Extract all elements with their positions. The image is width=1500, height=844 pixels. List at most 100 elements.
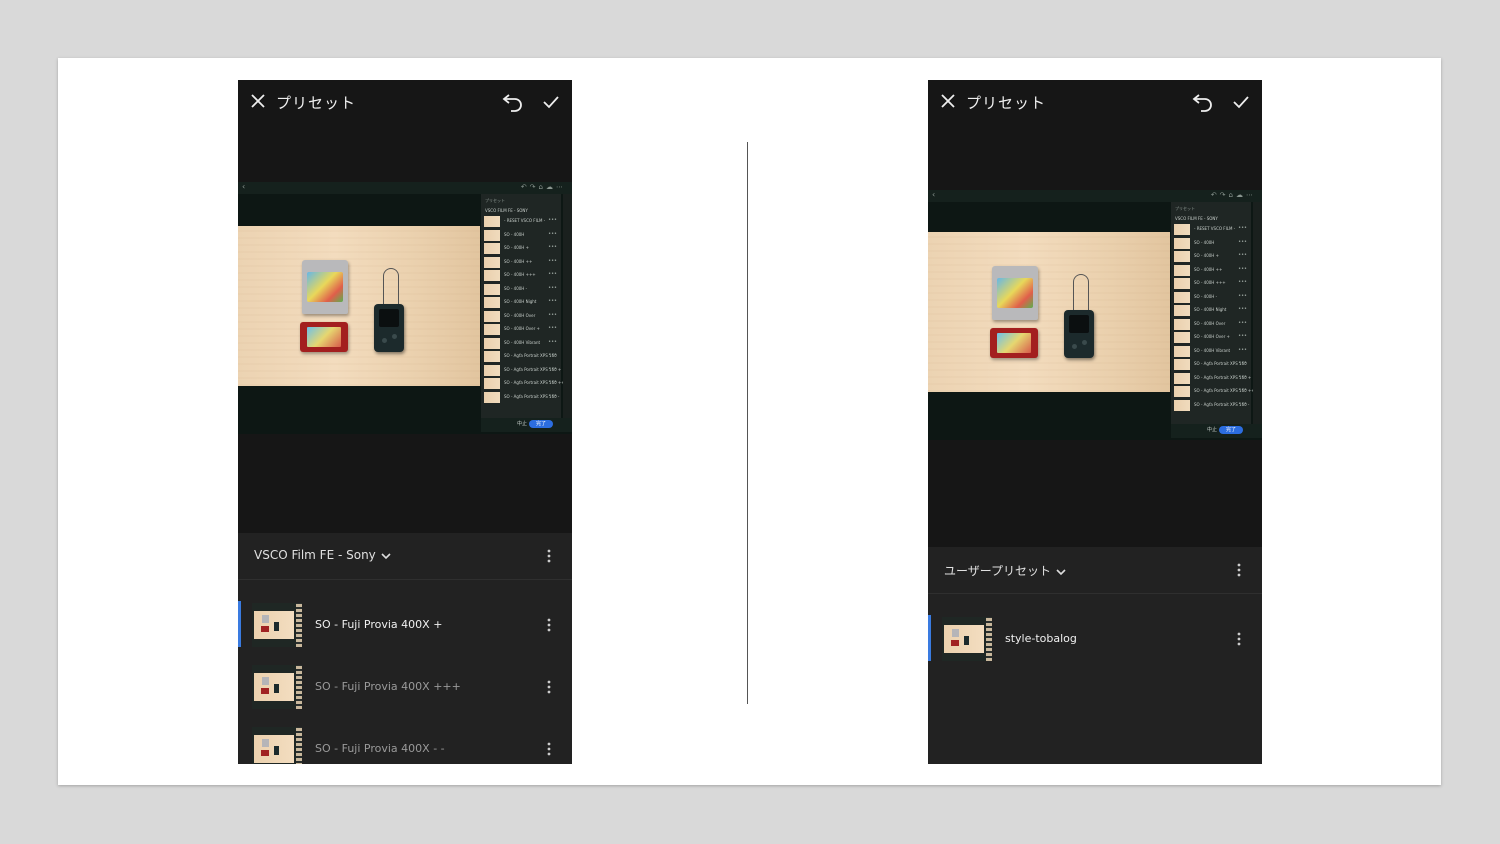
preset-item[interactable]: SO - Fuji Provia 400X + [238,599,572,655]
thumbnail-cartridge [261,688,269,694]
embedded-group-name: VSCO FILM FE - SONY [485,208,528,213]
preset-group-selector[interactable]: VSCO Film FE - Sony [238,533,572,580]
embedded-preset-row: SO - Agfa Portrait XPS 160 - ••• [1171,399,1251,413]
preset-item[interactable]: SO - Fuji Provia 400X +++ [238,661,572,717]
embedded-kebab-icon: ••• [1238,279,1247,285]
device-strap [1073,274,1089,313]
embedded-thumbnail [1174,264,1190,276]
embedded-row-label: SO - 400H + [504,245,529,250]
embedded-preset-row: SO - Agfa Portrait XPS 160 ++ ••• [1171,385,1255,399]
embedded-preset-row: SO - 400H ••• [481,229,561,243]
embedded-done-button: 完了 [1219,426,1243,434]
embedded-thumbnail [1174,251,1190,262]
embedded-preset-panel: プリセット VSCO FILM FE - SONY - RESET VSCO F… [481,194,565,418]
thumbnail-cartridge [261,626,269,632]
embedded-thumbnail [1174,237,1190,249]
red-cartridge [300,322,348,352]
preset-label: SO - Fuji Provia 400X + [315,618,443,631]
embedded-done-button: 完了 [529,420,553,428]
close-icon[interactable] [249,92,267,110]
top-bar: プリセット [238,80,572,124]
thumbnail-cartridge [951,640,959,646]
embedded-kebab-icon: ••• [1238,387,1247,393]
embedded-thumbnail [484,324,500,335]
embedded-side-rail [563,194,572,418]
embedded-preset-row: SO - Agfa Portrait XPS 160 - ••• [481,391,561,405]
kebab-icon[interactable] [1237,563,1241,577]
kebab-icon[interactable] [547,742,551,756]
embedded-row-label: SO - 400H Over + [504,326,540,331]
embedded-kebab-icon: ••• [548,392,557,399]
photo-preview [238,226,480,386]
kebab-icon[interactable] [1237,632,1241,646]
page-title: プリセット [276,94,357,112]
embedded-footer: 中止 完了 [481,418,572,432]
preset-thumbnail [252,665,302,709]
close-icon[interactable] [939,92,957,110]
preset-label: SO - Fuji Provia 400X +++ [315,680,461,693]
embedded-row-label: SO - 400H Vibrant [1194,347,1231,353]
embedded-preset-row: SO - 400H Vibrant ••• [481,337,561,351]
embedded-preset-list: - RESET VSCO FILM - ••• SO - 400H ••• SO - 4… [1171,223,1255,413]
embedded-preset-row: SO - 400H - ••• [481,283,561,297]
preset-panel: VSCO Film FE - Sony SO - Fuji Provia 400… [238,533,572,764]
preset-thumbnail [252,603,302,647]
thumbnail-photo [254,735,294,763]
slide: プリセット ‹ ↶↷⌂☁⋯ プリセット VSCO FILM FE - SONY … [58,58,1441,785]
embedded-thumbnail [1174,278,1190,289]
embedded-thumbnail [1174,305,1190,316]
toolbar-icons: ↶↷⌂☁⋯ [1210,191,1256,199]
thumbnail-strip [986,617,992,661]
embedded-preset-row: SO - 400H + ••• [481,242,561,256]
embedded-preset-panel: プリセット VSCO FILM FE - SONY - RESET VSCO F… [1171,202,1255,424]
embedded-row-label: SO - 400H Night [1194,307,1227,312]
embedded-thumbnail [1174,372,1190,384]
embedded-kebab-icon: ••• [1238,346,1247,353]
embedded-preset-row: SO - 400H +++ ••• [481,269,561,283]
wood-grain [928,232,1170,392]
back-icon: ‹ [242,182,246,191]
embedded-thumbnail [1174,332,1190,343]
cartridge-label [997,333,1031,353]
preset-item[interactable]: SO - Fuji Provia 400X - - [238,723,572,764]
embedded-thumbnail [1174,359,1190,370]
kebab-icon[interactable] [547,549,551,563]
embedded-cancel: 中止 [517,421,528,427]
preset-group-selector[interactable]: ユーザープリセット [928,547,1262,594]
embedded-thumbnail [1174,399,1190,411]
check-icon[interactable] [1232,93,1250,111]
embedded-thumbnail [484,283,500,295]
thumbnail-cartridge [262,615,269,623]
device-strap [383,268,399,307]
embedded-kebab-icon: ••• [1238,400,1247,407]
kebab-icon[interactable] [547,618,551,632]
embedded-group-name: VSCO FILM FE - SONY [1175,216,1218,221]
preset-group-name[interactable]: VSCO Film FE - Sony [254,548,391,562]
embedded-kebab-icon: ••• [548,338,557,345]
embedded-kebab-icon: ••• [1238,373,1247,380]
embedded-kebab-icon: ••• [548,271,557,277]
preset-group-name[interactable]: ユーザープリセット [944,562,1066,579]
thumbnail-strip [296,665,302,709]
kebab-icon[interactable] [547,680,551,694]
check-icon[interactable] [542,93,560,111]
preset-item[interactable]: style-tobalog [928,613,1262,669]
game-cartridge [992,266,1038,320]
embedded-kebab-icon: ••• [1238,306,1247,312]
undo-icon[interactable] [502,92,524,112]
embedded-row-label: SO - 400H - [504,285,528,291]
thumbnail-device [274,684,279,693]
phone-screen-right: プリセット ‹ ↶↷⌂☁⋯ プリセット VSCO FILM FE - SONY … [928,80,1262,764]
embedded-kebab-icon: ••• [1238,292,1247,299]
embedded-kebab-icon: ••• [1238,360,1247,366]
device-screen [379,309,399,327]
preset-label: style-tobalog [1005,632,1077,645]
embedded-thumbnail [1174,386,1190,397]
wood-grain [238,226,480,386]
embedded-row-label: - RESET VSCO FILM - [1194,226,1236,231]
thumbnail-photo [254,673,294,701]
embedded-kebab-icon: ••• [1238,319,1247,326]
chevron-down-icon [1056,568,1066,575]
undo-icon[interactable] [1192,92,1214,112]
chevron-down-icon [381,552,391,559]
